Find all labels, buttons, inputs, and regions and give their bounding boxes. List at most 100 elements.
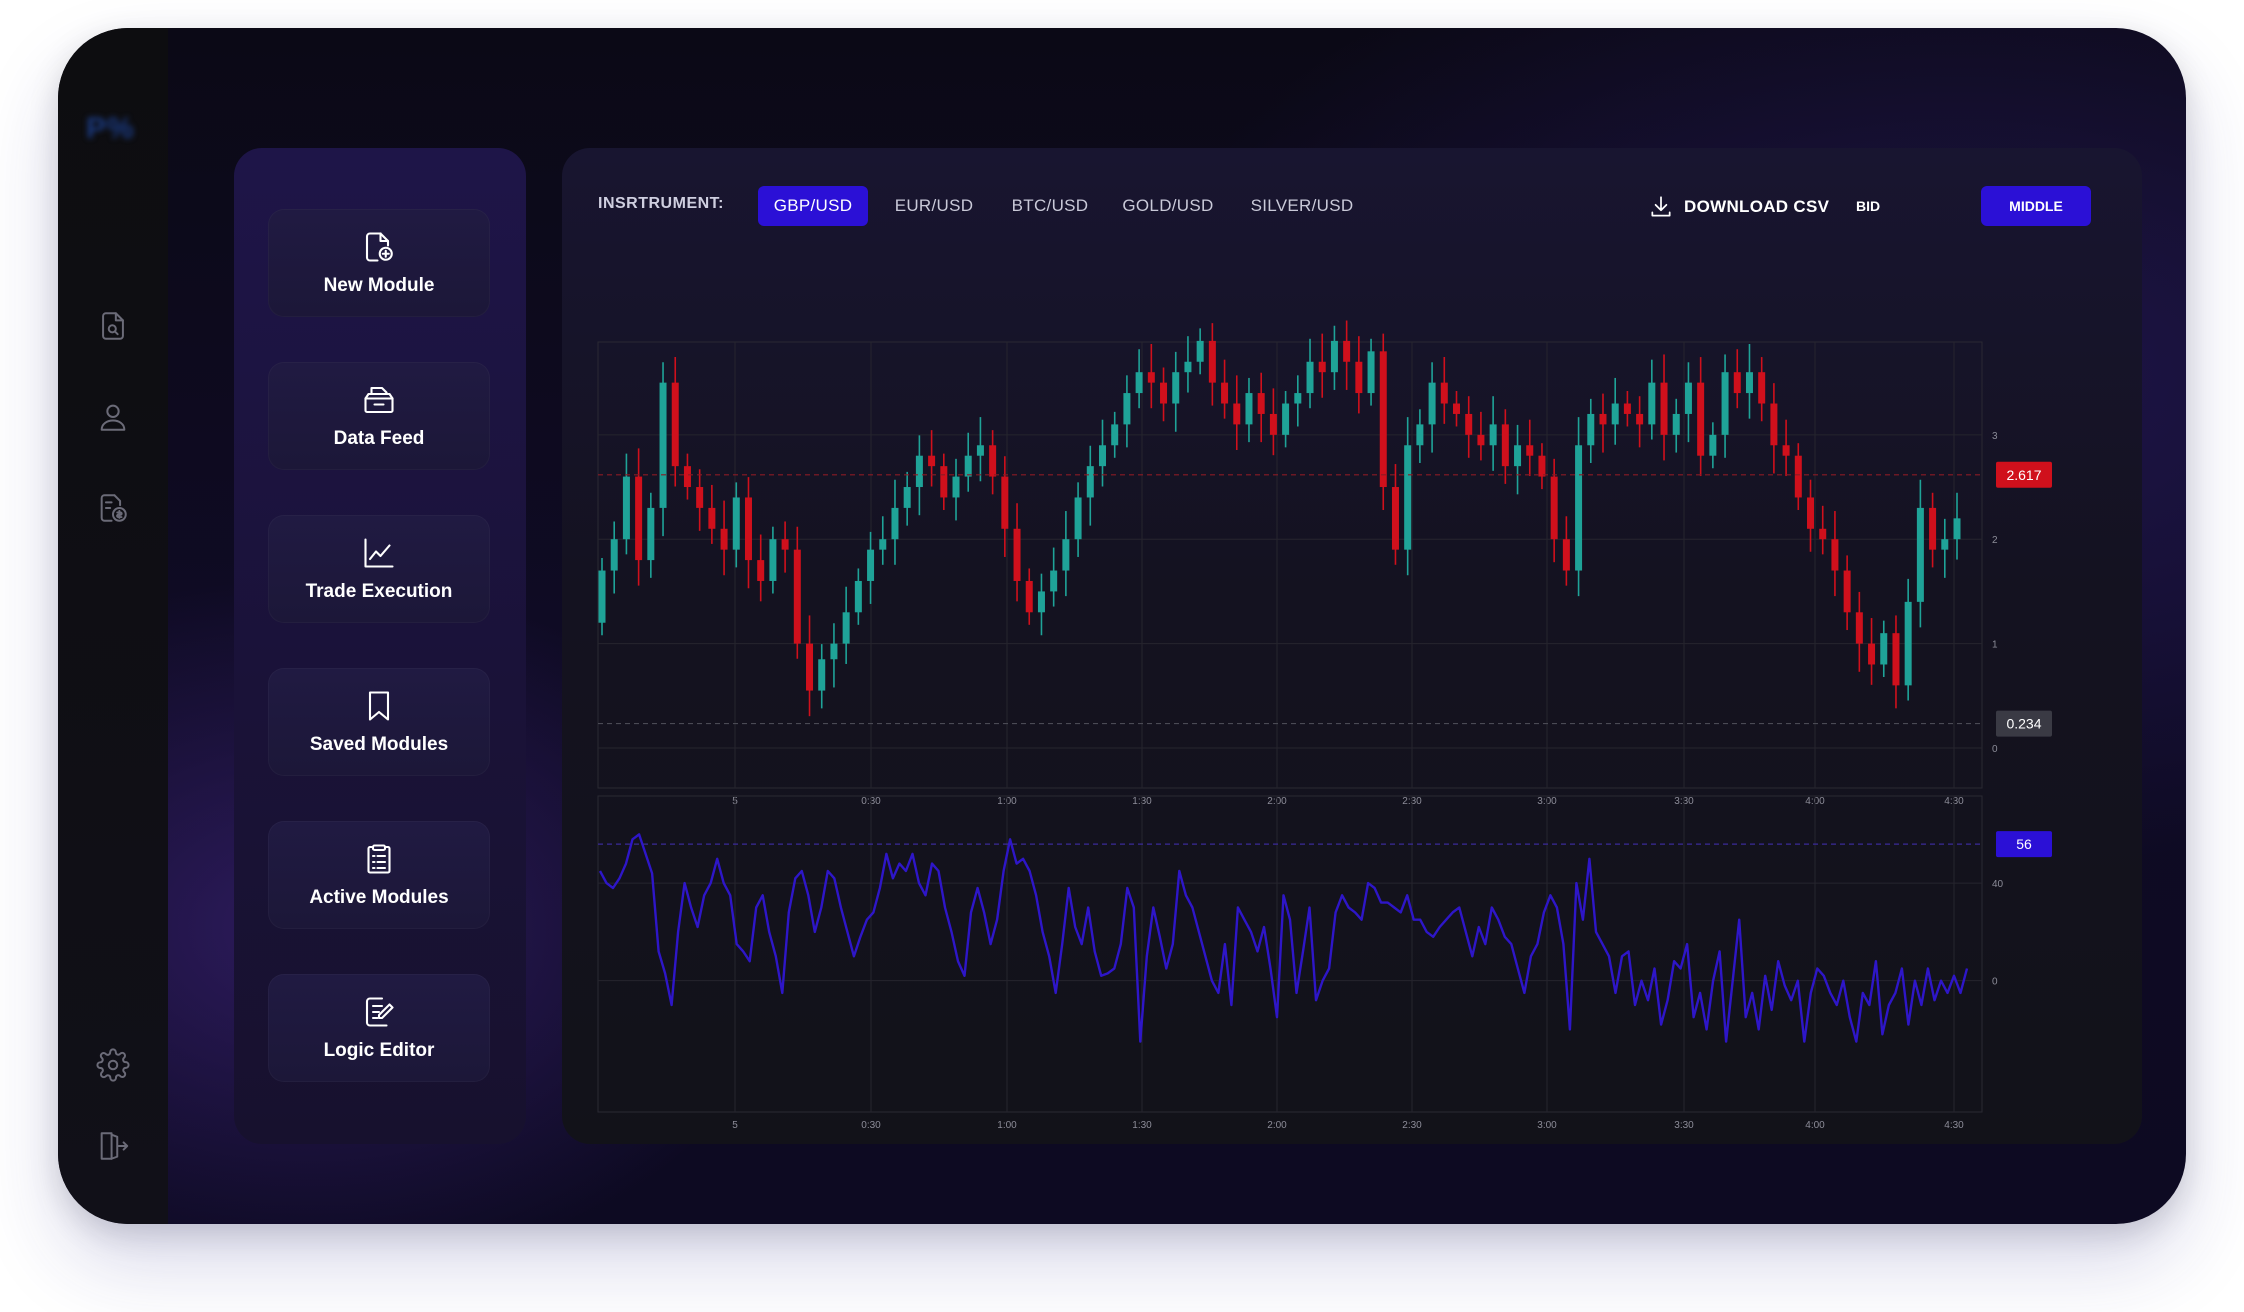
candle-y-tick-label: 0 — [1992, 744, 1998, 755]
candle-body — [1916, 507, 1924, 602]
candle-body — [1025, 580, 1033, 613]
candle-reference-label: 0.234 — [2006, 716, 2041, 732]
price-chart[interactable]: 5 0:30 1:00 1:30 2:00 2:30 3:00 3:30 4:00 4:30 0 1 2… — [562, 148, 2142, 1144]
line-y-tick-label: 0 — [1992, 977, 1998, 988]
candle-body — [1147, 372, 1155, 383]
active-modules-button[interactable]: Active Modules — [268, 821, 490, 929]
edit-document-icon — [365, 997, 394, 1027]
line-x-tick-label: 1:30 — [1132, 1120, 1152, 1131]
candle-body — [1550, 476, 1558, 540]
candle-body — [1745, 372, 1753, 394]
candle-body — [1611, 403, 1619, 425]
line-plot-frame — [597, 795, 1983, 1113]
candle-body — [1794, 455, 1802, 498]
saved-modules-button[interactable]: Saved Modules — [268, 668, 490, 776]
candle-body — [879, 539, 887, 550]
candle-body — [1184, 361, 1192, 373]
candle-body — [1721, 372, 1729, 435]
candle-body — [1453, 403, 1461, 414]
bookmark-icon — [368, 691, 390, 721]
candle-body — [1367, 351, 1375, 394]
logic-editor-label: Logic Editor — [323, 1040, 435, 1061]
candle-body — [1391, 487, 1399, 550]
candle-body — [1758, 372, 1766, 404]
candle-body — [989, 445, 997, 477]
device-frame: P% New Module Data Feed Trade Execution … — [58, 28, 2186, 1224]
candle-body — [1599, 413, 1607, 425]
line-x-tick-label: 3:30 — [1674, 1120, 1694, 1131]
candle-body — [1074, 497, 1082, 540]
candle-body — [1123, 393, 1131, 425]
candle-body — [1282, 403, 1290, 435]
candle-body — [1160, 382, 1168, 404]
candle-body — [952, 476, 960, 498]
candle-body — [1221, 382, 1229, 404]
chart-panel: INSRTRUMENT: GBP/USD EUR/USD BTC/USD GOL… — [562, 148, 2142, 1144]
candle-body — [1770, 403, 1778, 446]
line-x-tick-label: 4:30 — [1944, 1120, 1964, 1131]
candle-body — [659, 382, 667, 508]
candle-body — [1404, 445, 1412, 550]
new-module-button[interactable]: New Module — [268, 209, 490, 317]
line-x-tick-label: 3:00 — [1537, 1120, 1557, 1131]
trade-execution-button[interactable]: Trade Execution — [268, 515, 490, 623]
logic-editor-button[interactable]: Logic Editor — [268, 974, 490, 1082]
candle-body — [1929, 507, 1937, 550]
saved-modules-label: Saved Modules — [309, 734, 449, 755]
candle-body — [732, 497, 740, 550]
candle-body — [806, 643, 814, 691]
app-logo[interactable]: P% — [86, 114, 138, 144]
candle-body — [867, 549, 875, 581]
candle-body — [1501, 424, 1509, 467]
new-file-icon — [365, 232, 393, 262]
candle-body — [622, 476, 630, 540]
candle-body — [635, 476, 643, 561]
candle-body — [1819, 528, 1827, 540]
candle-body — [1233, 403, 1241, 425]
candle-body — [1562, 539, 1570, 571]
candle-body — [1343, 340, 1351, 362]
line-x-tick-label: 4:00 — [1805, 1120, 1825, 1131]
invoice-icon[interactable] — [96, 491, 130, 525]
line-x-tick-label: 1:00 — [997, 1120, 1017, 1131]
candle-body — [1208, 340, 1216, 383]
candle-body — [720, 528, 728, 550]
module-panel: New Module Data Feed Trade Execution Sav… — [234, 148, 526, 1144]
line-x-tick-label: 5 — [732, 1120, 738, 1131]
candle-body — [1294, 393, 1302, 404]
candle-body — [1050, 570, 1058, 592]
candle-body — [671, 382, 679, 467]
candle-body — [940, 466, 948, 498]
clipboard-list-icon — [367, 844, 391, 874]
data-feed-button[interactable]: Data Feed — [268, 362, 490, 470]
candle-body — [964, 455, 972, 477]
trade-execution-label: Trade Execution — [305, 581, 453, 602]
candle-body — [744, 497, 752, 561]
candle-body — [1660, 382, 1668, 435]
candle-body — [1648, 382, 1656, 425]
candle-body — [830, 643, 838, 660]
candle-body — [1355, 361, 1363, 394]
oscillator-line — [598, 833, 1969, 1043]
candle-body — [1526, 445, 1534, 456]
candle-body — [1941, 539, 1949, 550]
candle-body — [769, 539, 777, 581]
line-x-tick-label: 2:30 — [1402, 1120, 1422, 1131]
candle-body — [647, 507, 655, 561]
candle-body — [1587, 413, 1595, 446]
user-icon[interactable] — [96, 400, 130, 434]
candle-body — [1733, 372, 1741, 394]
candle-body — [1318, 361, 1326, 373]
gear-icon[interactable] — [96, 1048, 130, 1082]
line-reference-label: 56 — [2016, 836, 2032, 852]
candle-body — [1416, 424, 1424, 446]
document-search-icon[interactable] — [96, 309, 130, 343]
logout-icon[interactable] — [96, 1129, 130, 1163]
candle-body — [793, 549, 801, 644]
candle-body — [1062, 539, 1070, 571]
candle-body — [1514, 445, 1522, 467]
candle-body — [1098, 445, 1106, 467]
candle-body — [683, 466, 691, 488]
candle-body — [976, 445, 984, 456]
line-x-tick-label: 0:30 — [861, 1120, 881, 1131]
